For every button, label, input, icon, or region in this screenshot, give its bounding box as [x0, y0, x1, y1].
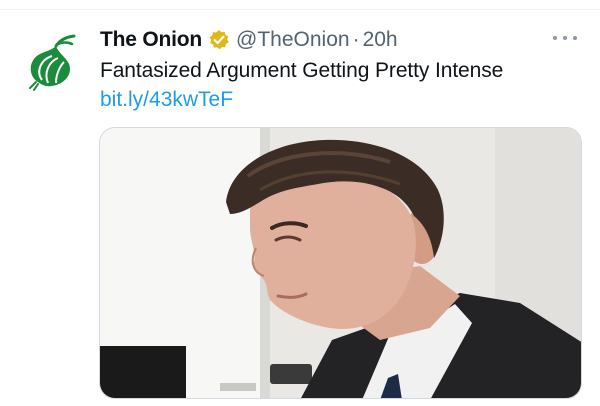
tweet-text: Fantasized Argument Getting Pretty Inten… [100, 59, 504, 82]
handle[interactable]: @TheOnion [236, 28, 350, 52]
more-dot [573, 36, 577, 40]
tweet-media-image[interactable] [99, 127, 582, 399]
timestamp[interactable]: 20h [363, 28, 398, 52]
separator-dot: · [352, 28, 360, 51]
onion-logo-icon[interactable] [22, 32, 82, 92]
more-dot [553, 36, 557, 40]
more-dot [563, 36, 567, 40]
tweet[interactable]: The Onion @TheOnion · 20h Fantasized Arg… [0, 0, 600, 406]
tweet-link[interactable]: bit.ly/43kwTeF [100, 86, 233, 114]
verified-badge-icon[interactable] [208, 29, 230, 51]
tweet-header: The Onion @TheOnion · 20h [100, 26, 398, 54]
more-options-icon[interactable] [550, 28, 580, 48]
display-name[interactable]: The Onion [100, 28, 202, 52]
